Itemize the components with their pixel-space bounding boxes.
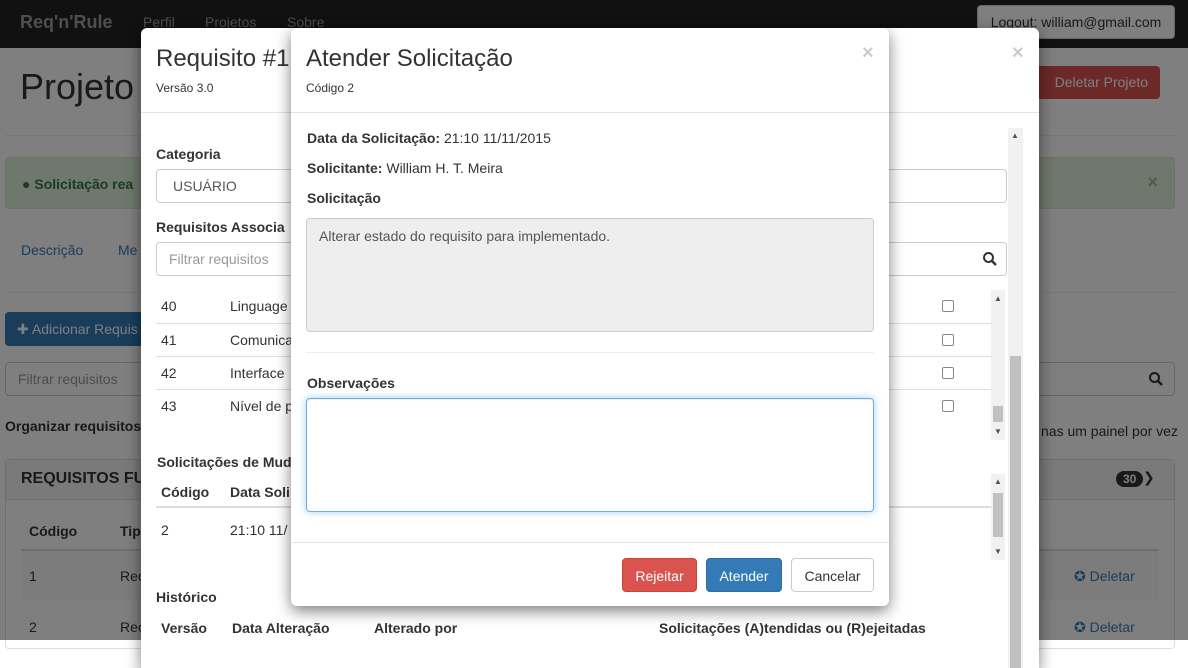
assoc-checkbox[interactable] [942, 334, 954, 346]
assoc-scrollbar-thumb[interactable] [993, 406, 1003, 422]
attend-request-modal: Atender Solicitação Código 2 × Data da S… [291, 28, 889, 606]
assoc-num: 40 [161, 298, 177, 314]
changes-scrollbar-thumb[interactable] [993, 493, 1003, 537]
scroll-up-icon[interactable]: ▲ [994, 478, 1002, 486]
assoc-checkbox[interactable] [942, 400, 954, 412]
requirement-modal-title: Requisito #1 [156, 45, 290, 72]
request-code: Código 2 [306, 81, 355, 95]
reject-button[interactable]: Rejeitar [622, 558, 697, 592]
request-label: Solicitação [307, 190, 381, 206]
modal-body-scrollbar-thumb[interactable] [1010, 356, 1021, 668]
history-header-date: Data Alteração [232, 620, 330, 636]
observations-label: Observações [307, 375, 395, 391]
associated-requirements-label: Requisitos Associa [156, 219, 285, 235]
requester-line: Solicitante: William H. T. Meira [307, 160, 503, 176]
history-header-requests: Solicitações (A)tendidas ou (R)ejeitadas [659, 620, 926, 636]
change-requests-label: Solicitações de Mud [157, 454, 292, 470]
assoc-name: Nível de p [230, 398, 294, 414]
assoc-name: Comunica [230, 332, 294, 348]
assoc-checkbox[interactable] [942, 300, 954, 312]
assoc-checkbox[interactable] [942, 367, 954, 379]
history-header-version: Versão [161, 620, 207, 636]
category-label: Categoria [156, 146, 221, 162]
cancel-button[interactable]: Cancelar [791, 558, 874, 592]
assoc-num: 42 [161, 365, 177, 381]
divider [306, 352, 874, 353]
changes-row-code: 2 [161, 522, 169, 538]
requester-value: William H. T. Meira [386, 160, 503, 176]
requirement-version: Versão 3.0 [156, 81, 214, 95]
scroll-up-icon[interactable]: ▲ [1011, 132, 1019, 140]
changes-row-date: 21:10 11/ [230, 522, 288, 538]
close-icon[interactable]: × [1012, 42, 1024, 65]
requester-label: Solicitante: [307, 160, 383, 176]
scroll-down-icon[interactable]: ▼ [994, 548, 1002, 556]
request-text-area[interactable]: Alterar estado do requisito para impleme… [306, 218, 874, 332]
changes-header-code: Código [161, 484, 210, 500]
request-date-value: 21:10 11/11/2015 [443, 130, 551, 146]
scroll-up-icon[interactable]: ▲ [994, 295, 1002, 303]
assoc-num: 41 [161, 332, 177, 348]
history-header-author: Alterado por [374, 620, 458, 636]
attend-button[interactable]: Atender [706, 558, 782, 592]
close-icon[interactable]: × [862, 42, 874, 65]
request-date-label: Data da Solicitação: [307, 130, 441, 146]
associated-filter-placeholder: Filtrar requisitos [169, 251, 269, 267]
scroll-down-icon[interactable]: ▼ [994, 428, 1002, 436]
search-icon[interactable] [982, 251, 998, 270]
modal-header-divider [291, 112, 889, 113]
history-label: Histórico [156, 589, 217, 605]
changes-header-date: Data Soli [230, 484, 290, 500]
modal-footer-divider [291, 542, 889, 543]
modal-title: Atender Solicitação [306, 45, 513, 72]
assoc-name: Linguage [230, 298, 288, 314]
request-date-line: Data da Solicitação: 21:10 11/11/2015 [307, 130, 551, 146]
assoc-num: 43 [161, 398, 177, 414]
assoc-name: Interface [230, 365, 285, 381]
observations-textarea[interactable] [306, 398, 874, 512]
